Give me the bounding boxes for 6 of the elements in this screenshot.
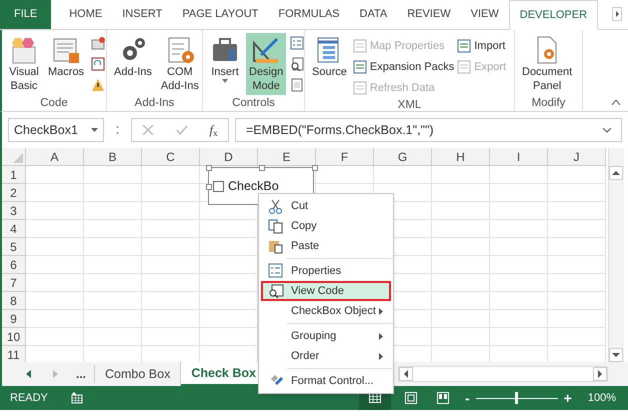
group-label: Controls bbox=[231, 96, 276, 111]
status-text: READY bbox=[10, 390, 48, 406]
group-label: XML bbox=[396, 98, 422, 113]
group-label: Add-Ins bbox=[134, 96, 176, 111]
group-label: Code bbox=[39, 96, 69, 111]
group-label: Modify bbox=[530, 96, 566, 111]
